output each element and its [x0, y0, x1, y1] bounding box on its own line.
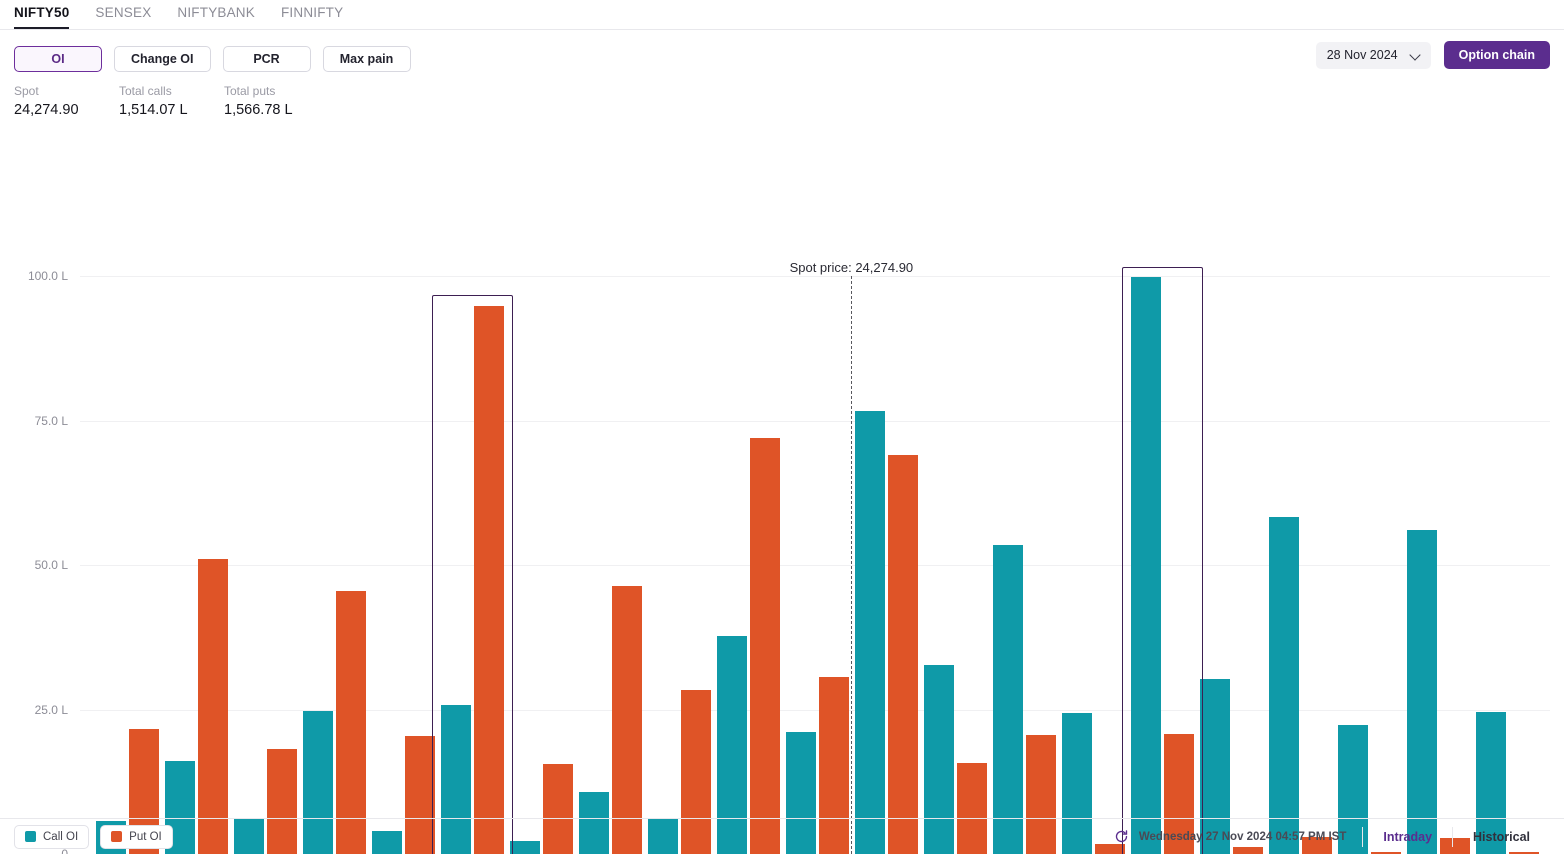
y-axis-tick-label: 50.0 L — [34, 558, 68, 572]
option-oi-page: NIFTY50 SENSEX NIFTYBANK FINNIFTY OI Change … — [0, 0, 1564, 854]
bar-call-oi[interactable] — [1130, 277, 1161, 854]
square-swatch-icon — [111, 831, 123, 842]
tab-sensex[interactable]: SENSEX — [95, 5, 151, 29]
bar-put-oi[interactable] — [749, 437, 780, 854]
bar-put-oi[interactable] — [611, 586, 642, 854]
stat-spot: Spot 24,274.90 — [14, 83, 119, 121]
chart-footer: Call OI Put OI Wednesday 27 Nov 2024 04:5… — [0, 818, 1564, 854]
expiry-date-dropdown[interactable]: 28 Nov 2024 — [1315, 41, 1431, 69]
plot-area — [80, 276, 1550, 854]
stat-label: Total calls — [119, 84, 172, 98]
tab-niftybank[interactable]: NIFTYBANK — [177, 5, 255, 29]
bar-put-oi[interactable] — [887, 454, 918, 854]
bar-put-oi[interactable] — [197, 559, 228, 854]
footer-right: Wednesday 27 Nov 2024 04:57 PM IST Intra… — [1114, 819, 1550, 854]
oi-bar-chart: 025.0 L50.0 L75.0 L100.0 L 23,80023,9002… — [0, 121, 1564, 854]
option-chain-button[interactable]: Option chain — [1443, 41, 1550, 69]
expiry-date-value: 28 Nov 2024 — [1326, 48, 1398, 62]
metric-button-change-oi[interactable]: Change OI — [114, 46, 211, 72]
bar-call-oi[interactable] — [1268, 517, 1299, 854]
legend-label: Call OI — [43, 830, 79, 843]
bar-put-oi[interactable] — [335, 591, 366, 854]
metric-button-max-pain[interactable]: Max pain — [322, 46, 411, 72]
tab-finnifty[interactable]: FINNIFTY — [281, 5, 343, 29]
refresh-icon — [1115, 830, 1128, 843]
legend-item-call-oi[interactable]: Call OI — [14, 824, 90, 849]
metric-pill-group: OI Change OI PCR Max pain — [14, 46, 411, 72]
bar-call-oi[interactable] — [1406, 530, 1437, 854]
bar-call-oi[interactable] — [992, 545, 1023, 854]
y-axis-tick-label: 25.0 L — [34, 702, 68, 717]
right-controls: 28 Nov 2024 Option chain — [1315, 41, 1550, 69]
chevron-down-icon — [1411, 51, 1420, 60]
chart-legend: Call OI Put OI — [14, 824, 173, 849]
spot-price-label: Spot price: 24,274.90 — [789, 260, 914, 275]
stat-total-puts: Total puts 1,566.78 L — [224, 83, 329, 121]
tab-nifty50[interactable]: NIFTY50 — [14, 5, 70, 29]
stat-total-calls: Total calls 1,514.07 L — [119, 83, 224, 121]
legend-item-put-oi[interactable]: Put OI — [100, 824, 173, 849]
summary-stats: Spot 24,274.90 Total calls 1,514.07 L Total … — [0, 77, 1564, 121]
y-axis-tick-label: 75.0 L — [34, 413, 68, 428]
stat-value: 1,566.78 L — [224, 102, 293, 118]
bar-call-oi[interactable] — [854, 411, 885, 854]
segment-intraday[interactable]: Intraday — [1362, 826, 1452, 847]
stat-label: Total puts — [224, 84, 276, 98]
refresh-group[interactable]: Wednesday 27 Nov 2024 04:57 PM IST — [1114, 829, 1363, 844]
bar-put-oi[interactable] — [473, 306, 504, 854]
legend-label: Put OI — [129, 830, 162, 843]
index-tabbar: NIFTY50 SENSEX NIFTYBANK FINNIFTY — [0, 0, 1564, 30]
spot-price-line — [851, 276, 853, 854]
stat-value: 1,514.07 L — [119, 102, 188, 118]
stat-label: Spot — [14, 84, 39, 98]
stat-value: 24,274.90 — [14, 102, 79, 118]
last-updated-timestamp: Wednesday 27 Nov 2024 04:57 PM IST — [1138, 830, 1347, 843]
square-swatch-icon — [25, 831, 36, 842]
segment-historical[interactable]: Historical — [1452, 826, 1550, 847]
y-axis-tick-label: 100.0 L — [27, 269, 68, 283]
metric-control-row: OI Change OI PCR Max pain 28 Nov 2024 Optio… — [0, 30, 1564, 77]
bar-series-layer — [80, 276, 1550, 854]
metric-button-oi[interactable]: OI — [14, 46, 102, 72]
metric-button-pcr[interactable]: PCR — [222, 46, 311, 72]
timeframe-segments: Intraday Historical — [1362, 826, 1550, 847]
